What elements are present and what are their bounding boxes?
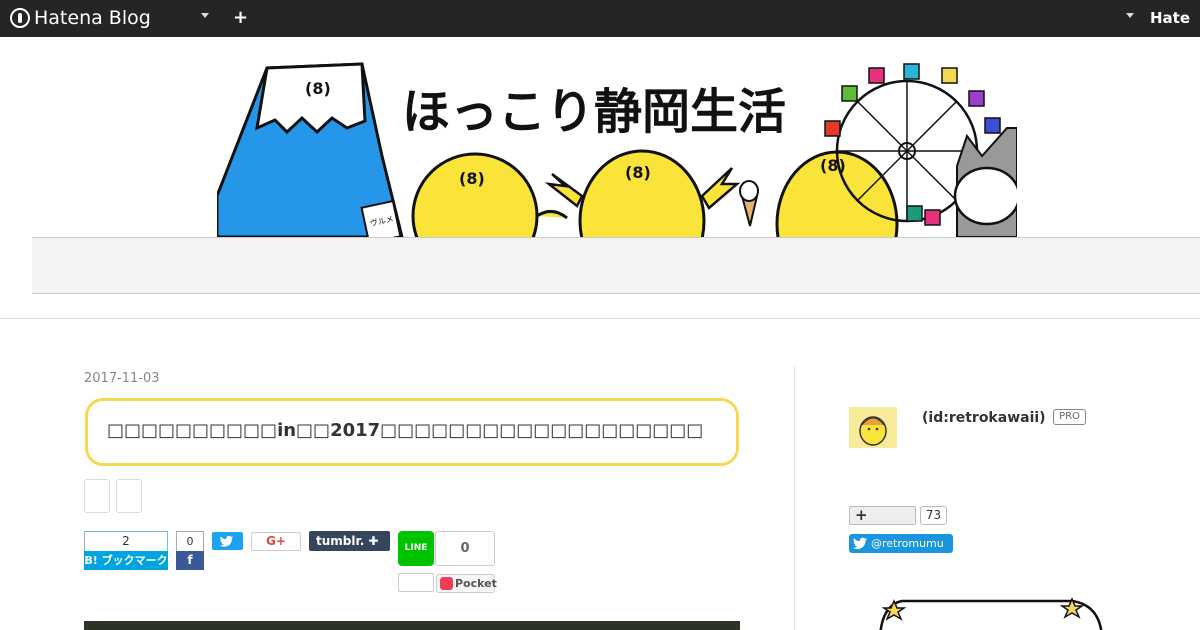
pocket-button[interactable]: Pocket: [436, 574, 497, 593]
pocket-icon: [440, 577, 453, 590]
global-nav: [32, 237, 1200, 294]
google-plus-share-button[interactable]: G+: [251, 532, 301, 551]
twitter-handle: @retromumu: [871, 537, 944, 550]
follow-button[interactable]: +: [849, 506, 916, 525]
blog-header-banner[interactable]: (8) ほっこり静岡生活 (8) ヴルメ (8) (8): [217, 56, 1017, 237]
twitter-follow-button[interactable]: @retromumu: [849, 534, 953, 553]
mascot-mark-3: (8): [820, 156, 846, 175]
share-extra-button[interactable]: [398, 573, 434, 592]
hatena-bookmark-count[interactable]: 2: [84, 531, 168, 551]
sidebar-illustration: [879, 597, 1103, 630]
mascot-mark-1: (8): [459, 169, 485, 188]
hatena-user-menu[interactable]: Hate: [1150, 9, 1190, 27]
hatena-bookmark-button[interactable]: B! ブックマーク: [84, 551, 168, 570]
follower-count[interactable]: 73: [920, 506, 947, 525]
plus-icon[interactable]: +: [233, 7, 248, 28]
facebook-share-button[interactable]: f: [176, 551, 204, 570]
category-tag[interactable]: [84, 479, 110, 513]
sidebar-divider: [794, 366, 795, 630]
pocket-label: Pocket: [455, 577, 497, 590]
hatena-blog-logo[interactable]: Hatena Blog: [10, 7, 151, 29]
pro-badge: PRO: [1053, 409, 1086, 425]
fuji-mark: (8): [305, 79, 331, 98]
twitter-bird-icon: [220, 535, 233, 547]
tumblr-share-button[interactable]: tumblr. ✚: [309, 531, 390, 551]
header-divider: [0, 318, 1200, 319]
hatena-topbar: Hatena Blog + Hate: [0, 0, 1200, 37]
line-share-button[interactable]: LINE: [398, 531, 434, 566]
author-avatar[interactable]: [849, 407, 897, 448]
entry-photo: [84, 621, 740, 630]
chevron-down-icon[interactable]: [201, 13, 209, 18]
chevron-down-icon[interactable]: [1126, 13, 1134, 18]
category-tag[interactable]: [116, 479, 142, 513]
logo-text: Hatena Blog: [34, 7, 151, 29]
author-id[interactable]: (id:retrokawaii): [922, 410, 1046, 426]
mascot-mark-2: (8): [625, 163, 651, 182]
pocket-count[interactable]: 0: [435, 531, 495, 566]
facebook-share-count[interactable]: 0: [176, 531, 204, 551]
plus-icon: +: [855, 506, 868, 524]
twitter-bird-icon: [853, 537, 867, 550]
entry-title[interactable]: □□□□□□□□□□in□□2017□□□□□□□□□□□□□□□□□□□: [107, 420, 703, 441]
hatena-logo-icon: [10, 8, 30, 28]
banner-illustration: (8) ほっこり静岡生活 (8) ヴルメ (8) (8): [217, 62, 1017, 237]
blog-title: ほっこり静岡生活: [402, 84, 786, 140]
mascot-avatar-image: [859, 416, 887, 446]
entry-date[interactable]: 2017-11-03: [84, 371, 160, 386]
sidebar-image[interactable]: [872, 597, 1108, 630]
twitter-share-button[interactable]: [212, 532, 243, 550]
